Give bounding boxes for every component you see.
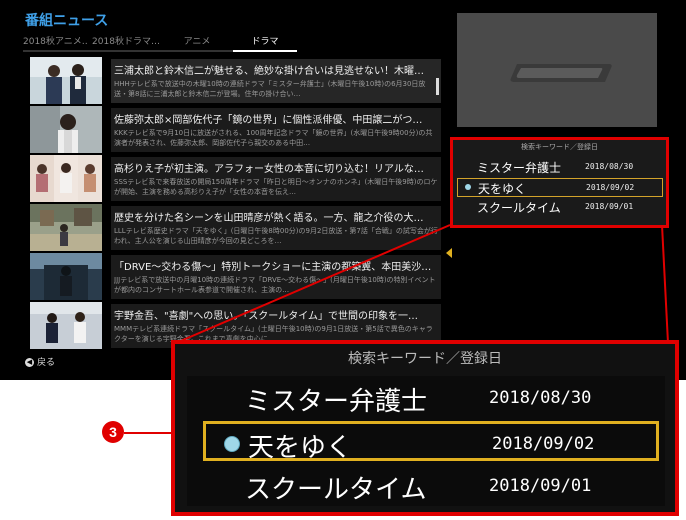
news-headline: 佐藤弥太郎×岡部佐代子「鏡の世界」に個性派俳優、中田譲二がつ… [114, 115, 423, 126]
keyword-date: 2018/09/02 [586, 183, 635, 192]
tv-screen: 番組ニュース 2018秋アニメ… 2018秋ドラマ… アニメ ドラマ 三浦太郎と… [0, 0, 686, 380]
keyword-panel: 検索キーワード／登録日 ミスター弁護士 2018/08/30 天をゆく 2018… [450, 137, 669, 228]
zoom-keyword-date: 2018/08/30 [489, 388, 592, 408]
scrollbar[interactable] [436, 78, 439, 95]
news-body: SSSテレビ系で来春放送の開局150周年ドラマ「昨日と明日〜オンナのホンネ」(木… [114, 178, 438, 196]
news-headline: 宇野金吾、"喜劇"への思い。「スクールタイム」で世間の印象を一… [114, 311, 418, 322]
news-headline: 三浦太郎と鈴木信二が魅せる、絶妙な掛け合いは見逃せない！木曜… [114, 66, 424, 77]
video-preview [457, 13, 657, 127]
selected-dot-icon [465, 184, 471, 190]
tab-2018-autumn-anime[interactable]: 2018秋アニメ… [23, 36, 87, 52]
panel-toggle-arrow-icon[interactable] [446, 248, 452, 258]
zoom-rows: ミスター弁護士 2018/08/30 天をゆく 2018/09/02 スクールタ… [187, 376, 665, 506]
zoom-keyword-row[interactable]: ミスター弁護士 2018/08/30 [203, 378, 659, 418]
zoom-keyword-title: スクールタイム [245, 475, 427, 505]
keyword-title: 天をゆく [478, 182, 527, 196]
keyword-row[interactable]: スクールタイム 2018/09/01 [457, 198, 661, 215]
news-thumbnail [30, 302, 102, 349]
news-thumbnail [30, 106, 102, 153]
news-headline: 高杉りえ子が初主演。アラフォー女性の本音に切り込む！リアルな… [114, 164, 424, 175]
news-headline: 「DRVE〜交わる傷〜」特別トークショーに主演の都築翼、本田美沙… [114, 262, 432, 273]
tab-anime[interactable]: アニメ [165, 36, 229, 52]
back-icon: ◀ [25, 358, 34, 367]
news-text: 高杉りえ子が初主演。アラフォー女性の本音に切り込む！リアルな… SSSテレビ系で… [111, 157, 441, 201]
news-item[interactable]: 歴史を分けた名シーンを山田晴彦が熱く語る。一方、龍之介役の大… LLLテレビ系歴… [30, 204, 443, 252]
news-body: LLLテレビ系歴史ドラマ「天をゆく」(日曜日午後8時00分)の9月2日放送・第7… [114, 227, 438, 245]
keyword-title: ミスター弁護士 [477, 161, 562, 175]
brand-logo [510, 64, 612, 82]
tab-drama[interactable]: ドラマ [233, 36, 297, 52]
page-title: 番組ニュース [25, 13, 109, 29]
keyword-row-selected[interactable]: 天をゆく 2018/09/02 [457, 178, 663, 197]
news-body: JJJテレビ系で放送中の月曜10時の連続ドラマ「DRVE〜交わる傷〜」(月曜日午… [114, 276, 436, 294]
news-item[interactable]: 「DRVE〜交わる傷〜」特別トークショーに主演の都築翼、本田美沙… JJJテレビ… [30, 253, 443, 301]
news-headline: 歴史を分けた名シーンを山田晴彦が熱く語る。一方、龍之介役の大… [114, 213, 424, 224]
news-list: 三浦太郎と鈴木信二が魅せる、絶妙な掛け合いは見逃せない！木曜… HHHテレビ系で… [30, 57, 443, 353]
keyword-row[interactable]: ミスター弁護士 2018/08/30 [457, 158, 661, 175]
news-thumbnail [30, 253, 102, 300]
callout-line [124, 432, 174, 434]
news-text: 三浦太郎と鈴木信二が魅せる、絶妙な掛け合いは見逃せない！木曜… HHHテレビ系で… [111, 59, 441, 103]
news-body: HHHテレビ系で放送中の木曜10時の連続ドラマ「ミスター弁護士」(木曜日午後10… [114, 80, 426, 98]
callout-number-badge: 3 [102, 421, 124, 443]
news-thumbnail [30, 204, 102, 251]
zoomed-keyword-panel: 検索キーワード／登録日 ミスター弁護士 2018/08/30 天をゆく 2018… [171, 340, 679, 516]
news-body: KKKテレビ系で9月10日に放送がされる、100周年記念ドラマ「鏡の世界」(水曜… [114, 129, 433, 147]
back-button[interactable]: ◀ 戻る [25, 355, 55, 368]
zoom-keyword-date: 2018/09/01 [489, 476, 592, 496]
news-text: 佐藤弥太郎×岡部佐代子「鏡の世界」に個性派俳優、中田譲二がつ… KKKテレビ系で… [111, 108, 441, 152]
keyword-date: 2018/08/30 [585, 162, 634, 171]
tab-2018-autumn-drama[interactable]: 2018秋ドラマ… [91, 36, 161, 52]
news-item[interactable]: 佐藤弥太郎×岡部佐代子「鏡の世界」に個性派俳優、中田譲二がつ… KKKテレビ系で… [30, 106, 443, 154]
tab-bar: 2018秋アニメ… 2018秋ドラマ… アニメ ドラマ [23, 36, 438, 52]
zoom-keyword-title: 天をゆく [248, 433, 353, 463]
zoom-keyword-row-selected[interactable]: 天をゆく 2018/09/02 [203, 421, 659, 463]
keyword-panel-header: 検索キーワード／登録日 [521, 143, 598, 151]
news-item[interactable]: 三浦太郎と鈴木信二が魅せる、絶妙な掛け合いは見逃せない！木曜… HHHテレビ系で… [30, 57, 443, 105]
news-text: 「DRVE〜交わる傷〜」特別トークショーに主演の都築翼、本田美沙… JJJテレビ… [111, 255, 441, 299]
news-text: 歴史を分けた名シーンを山田晴彦が熱く語る。一方、龍之介役の大… LLLテレビ系歴… [111, 206, 441, 250]
zoom-keyword-row[interactable]: スクールタイム 2018/09/01 [203, 466, 659, 506]
keyword-title: スクールタイム [477, 201, 561, 215]
zoom-keyword-title: ミスター弁護士 [245, 387, 428, 417]
news-item[interactable]: 高杉りえ子が初主演。アラフォー女性の本音に切り込む！リアルな… SSSテレビ系で… [30, 155, 443, 203]
back-label: 戻る [37, 358, 56, 368]
selected-dot-icon [224, 436, 240, 452]
keyword-date: 2018/09/01 [585, 202, 634, 211]
zoom-panel-header: 検索キーワード／登録日 [348, 351, 502, 367]
news-thumbnail [30, 57, 102, 104]
zoom-keyword-date: 2018/09/02 [492, 434, 595, 454]
news-thumbnail [30, 155, 102, 202]
